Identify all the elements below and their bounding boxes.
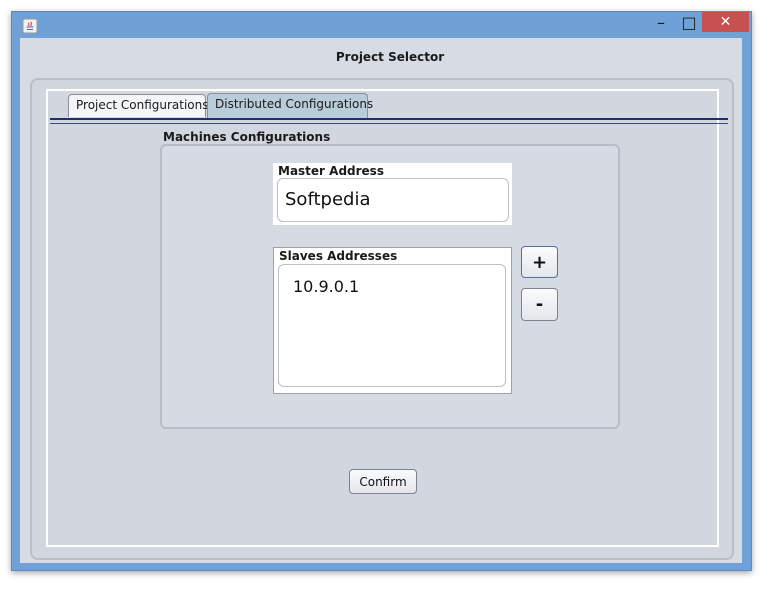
minus-icon: - (535, 294, 544, 315)
window-content: Project Selector Project Configurations … (20, 38, 742, 563)
minimize-icon: – (657, 12, 665, 32)
java-icon (22, 18, 38, 34)
app-window: – □ ✕ Project Selector Project Configura… (11, 11, 752, 571)
machines-configurations-label: Machines Configurations (163, 130, 331, 144)
tab-underline-secondary (50, 123, 728, 124)
add-slave-button[interactable]: + (521, 246, 558, 278)
close-button[interactable]: ✕ (702, 12, 749, 32)
remove-slave-button[interactable]: - (521, 288, 558, 321)
master-address-field[interactable]: Softpedia (277, 178, 509, 222)
plus-icon: + (531, 251, 548, 273)
minimize-button[interactable]: – (648, 12, 674, 32)
tab-underline (50, 118, 728, 120)
tab-label: Project Configurations (76, 98, 209, 112)
master-address-label: Master Address (278, 164, 384, 178)
maximize-icon: □ (681, 12, 697, 32)
window-title: Project Selector (335, 50, 445, 64)
tab-distributed-configurations[interactable]: Distributed Configurations (207, 93, 373, 118)
slaves-addresses-list[interactable]: 10.9.0.1 (278, 264, 506, 387)
title-bar[interactable]: – □ ✕ (12, 12, 751, 38)
tab-project-configurations[interactable]: Project Configurations (68, 94, 209, 117)
slaves-addresses-label: Slaves Addresses (279, 249, 398, 263)
list-item[interactable]: 10.9.0.1 (293, 277, 359, 296)
master-address-group: Master Address Softpedia (273, 163, 512, 225)
slaves-addresses-group: Slaves Addresses 10.9.0.1 (273, 247, 512, 394)
tab-label: Distributed Configurations (215, 97, 374, 111)
close-icon: ✕ (719, 14, 732, 30)
confirm-button[interactable]: Confirm (349, 469, 417, 494)
maximize-button[interactable]: □ (676, 12, 702, 32)
